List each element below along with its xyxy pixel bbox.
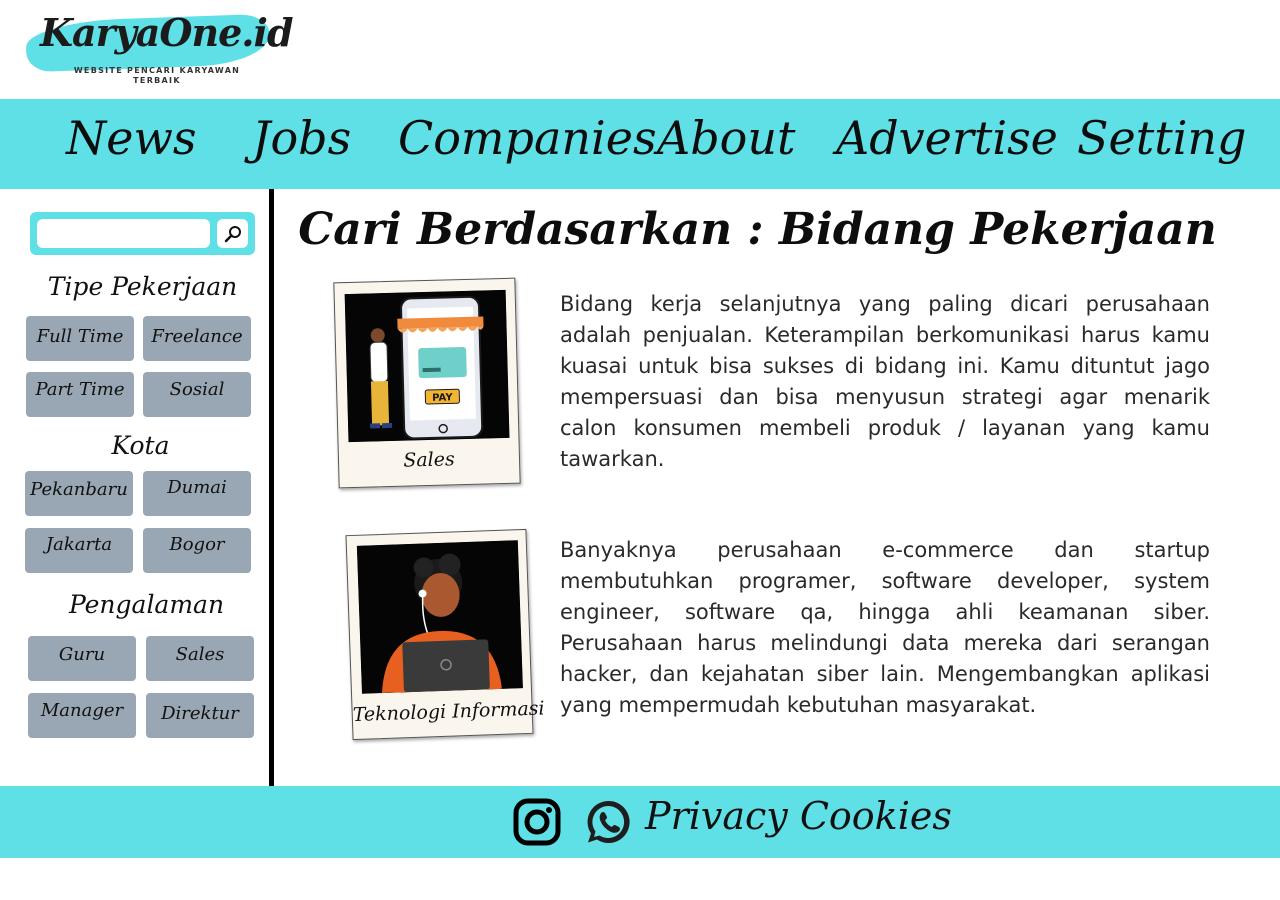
page-title: Cari Berdasarkan : Bidang Pekerjaan	[298, 204, 1217, 255]
filter-chip-guru[interactable]: Guru	[28, 636, 136, 681]
section-title-kota: Kota	[111, 431, 170, 460]
filter-chip-sosial[interactable]: Sosial	[143, 372, 251, 417]
sidebar-divider	[269, 189, 274, 787]
logo-name: KaryaOne.id	[40, 10, 294, 55]
filter-chip-manager[interactable]: Manager	[28, 693, 136, 738]
filter-chip-sales[interactable]: Sales	[146, 636, 254, 681]
search-button[interactable]	[217, 219, 248, 248]
filter-chip-bogor[interactable]: Bogor	[143, 528, 251, 573]
field-description-teknologi-informasi: Banyaknya perusahaan e-commerce dan star…	[560, 538, 1210, 717]
search-icon	[224, 225, 241, 242]
filter-chip-part-time[interactable]: Part Time	[26, 372, 134, 417]
filter-chip-dumai[interactable]: Dumai	[143, 471, 251, 516]
nav-item-companies[interactable]: Companies	[398, 111, 657, 165]
search-input[interactable]	[37, 219, 210, 248]
it-illustration	[356, 540, 523, 694]
nav-item-setting[interactable]: Setting	[1077, 111, 1247, 165]
field-card-teknologi-informasi[interactable]: Teknologi Informasi	[345, 528, 545, 741]
privacy-cookies-link[interactable]: Privacy Cookies	[645, 794, 952, 838]
filter-chip-pekanbaru[interactable]: Pekanbaru	[25, 471, 133, 516]
search-box	[30, 212, 255, 255]
filter-chip-full-time[interactable]: Full Time	[26, 316, 134, 361]
nav-item-jobs[interactable]: Jobs	[252, 111, 351, 165]
field-description-sales: Bidang kerja selanjutnya yang paling dic…	[560, 292, 1210, 471]
nav-item-advertise[interactable]: Advertise	[836, 111, 1058, 165]
footer: Privacy Cookies	[0, 786, 1280, 858]
section-title-tipe-pekerjaan: Tipe Pekerjaan	[47, 272, 238, 301]
nav-item-about[interactable]: About	[657, 111, 795, 165]
whatsapp-icon[interactable]	[584, 798, 632, 846]
main-nav: News Jobs Companies About Advertise Sett…	[0, 99, 1280, 189]
field-card-caption: Sales	[403, 448, 455, 472]
field-card-sales[interactable]: PAY Sales	[333, 277, 521, 489]
svg-text:PAY: PAY	[432, 392, 453, 404]
logo[interactable]: KaryaOne.id WEBSITE PENCARI KARYAWAN TER…	[22, 8, 294, 88]
section-title-pengalaman: Pengalaman	[68, 590, 225, 619]
sales-illustration: PAY	[344, 289, 510, 443]
field-card-caption: Teknologi Informasi	[352, 697, 545, 727]
logo-tagline: WEBSITE PENCARI KARYAWAN TERBAIK	[73, 66, 241, 85]
filter-chip-jakarta[interactable]: Jakarta	[25, 528, 133, 573]
instagram-icon[interactable]	[513, 798, 561, 846]
filter-chip-direktur[interactable]: Direktur	[146, 693, 254, 738]
filter-chip-freelance[interactable]: Freelance	[143, 316, 251, 361]
nav-item-news[interactable]: News	[66, 111, 196, 165]
